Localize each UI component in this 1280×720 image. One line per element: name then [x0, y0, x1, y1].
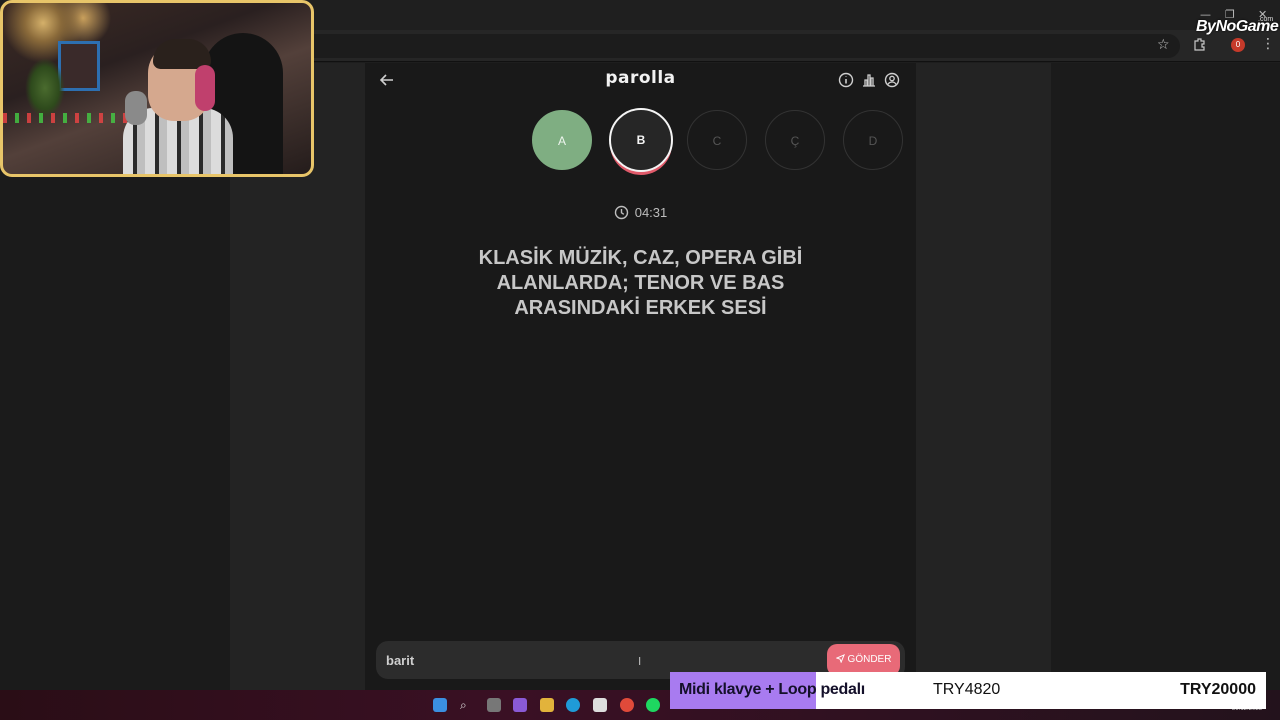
search-icon[interactable]: ⌕	[460, 698, 474, 712]
donation-label: Midi klavye + Loop pedalı	[679, 681, 865, 698]
webcam-overlay	[0, 0, 314, 177]
brand-suffix: .com	[1258, 16, 1274, 23]
address-bar[interactable]	[300, 34, 1180, 58]
donation-current: TRY4820	[933, 681, 1001, 698]
question-line: KLASİK MÜZİK, CAZ, OPERA GİBİ	[478, 247, 803, 269]
headset-icon	[195, 65, 215, 111]
webcam-plant	[25, 58, 65, 118]
send-icon	[835, 653, 845, 664]
answer-input[interactable]	[386, 649, 806, 671]
extensions-icon[interactable]	[1193, 37, 1207, 54]
chrome-icon[interactable]	[620, 698, 634, 712]
letter-c-cedilla[interactable]: Ç	[765, 110, 825, 170]
info-icon[interactable]	[838, 72, 854, 88]
timer-value: 04:31	[634, 205, 668, 220]
question-line: ALANLARDA; TENOR VE BAS	[496, 272, 785, 294]
letter-b[interactable]: B	[609, 108, 673, 172]
windows-start-icon[interactable]	[433, 698, 447, 712]
letter-c[interactable]: C	[687, 110, 747, 170]
stats-icon[interactable]	[861, 72, 877, 88]
app-header: parolla	[365, 63, 916, 99]
microphone-icon	[125, 91, 147, 125]
app-title: parolla	[605, 68, 676, 88]
task-view-icon[interactable]	[487, 698, 501, 712]
file-explorer-icon[interactable]	[540, 698, 554, 712]
donation-goal: TRY20000	[1180, 681, 1256, 698]
store-icon[interactable]	[593, 698, 607, 712]
timer: 04:31	[365, 205, 916, 220]
star-icon[interactable]: ☆	[1157, 38, 1170, 52]
question-text: KLASİK MÜZİK, CAZ, OPERA GİBİ ALANLARDA;…	[435, 246, 846, 321]
edge-icon[interactable]	[566, 698, 580, 712]
menu-icon[interactable]: ⋮	[1261, 37, 1275, 51]
letter-a[interactable]: A	[532, 110, 592, 170]
spotify-icon[interactable]	[646, 698, 660, 712]
copilot-icon[interactable]	[513, 698, 527, 712]
right-panel	[916, 63, 1051, 690]
profile-badge[interactable]: 0	[1231, 38, 1245, 52]
screen: — ❐ ✕ ☆ 0 ⋮ parolla A B C Ç D 04:31 KLAS…	[0, 0, 1280, 720]
send-label: GÖNDER	[847, 654, 892, 665]
question-line: ARASINDAKİ ERKEK SESİ	[514, 297, 767, 319]
profile-icon[interactable]	[884, 72, 900, 88]
letter-d[interactable]: D	[843, 110, 903, 170]
text-cursor-icon: I	[638, 655, 642, 668]
clock-icon	[614, 205, 628, 220]
game-app: parolla A B C Ç D 04:31 KLASİK MÜZİK, CA…	[365, 63, 916, 690]
